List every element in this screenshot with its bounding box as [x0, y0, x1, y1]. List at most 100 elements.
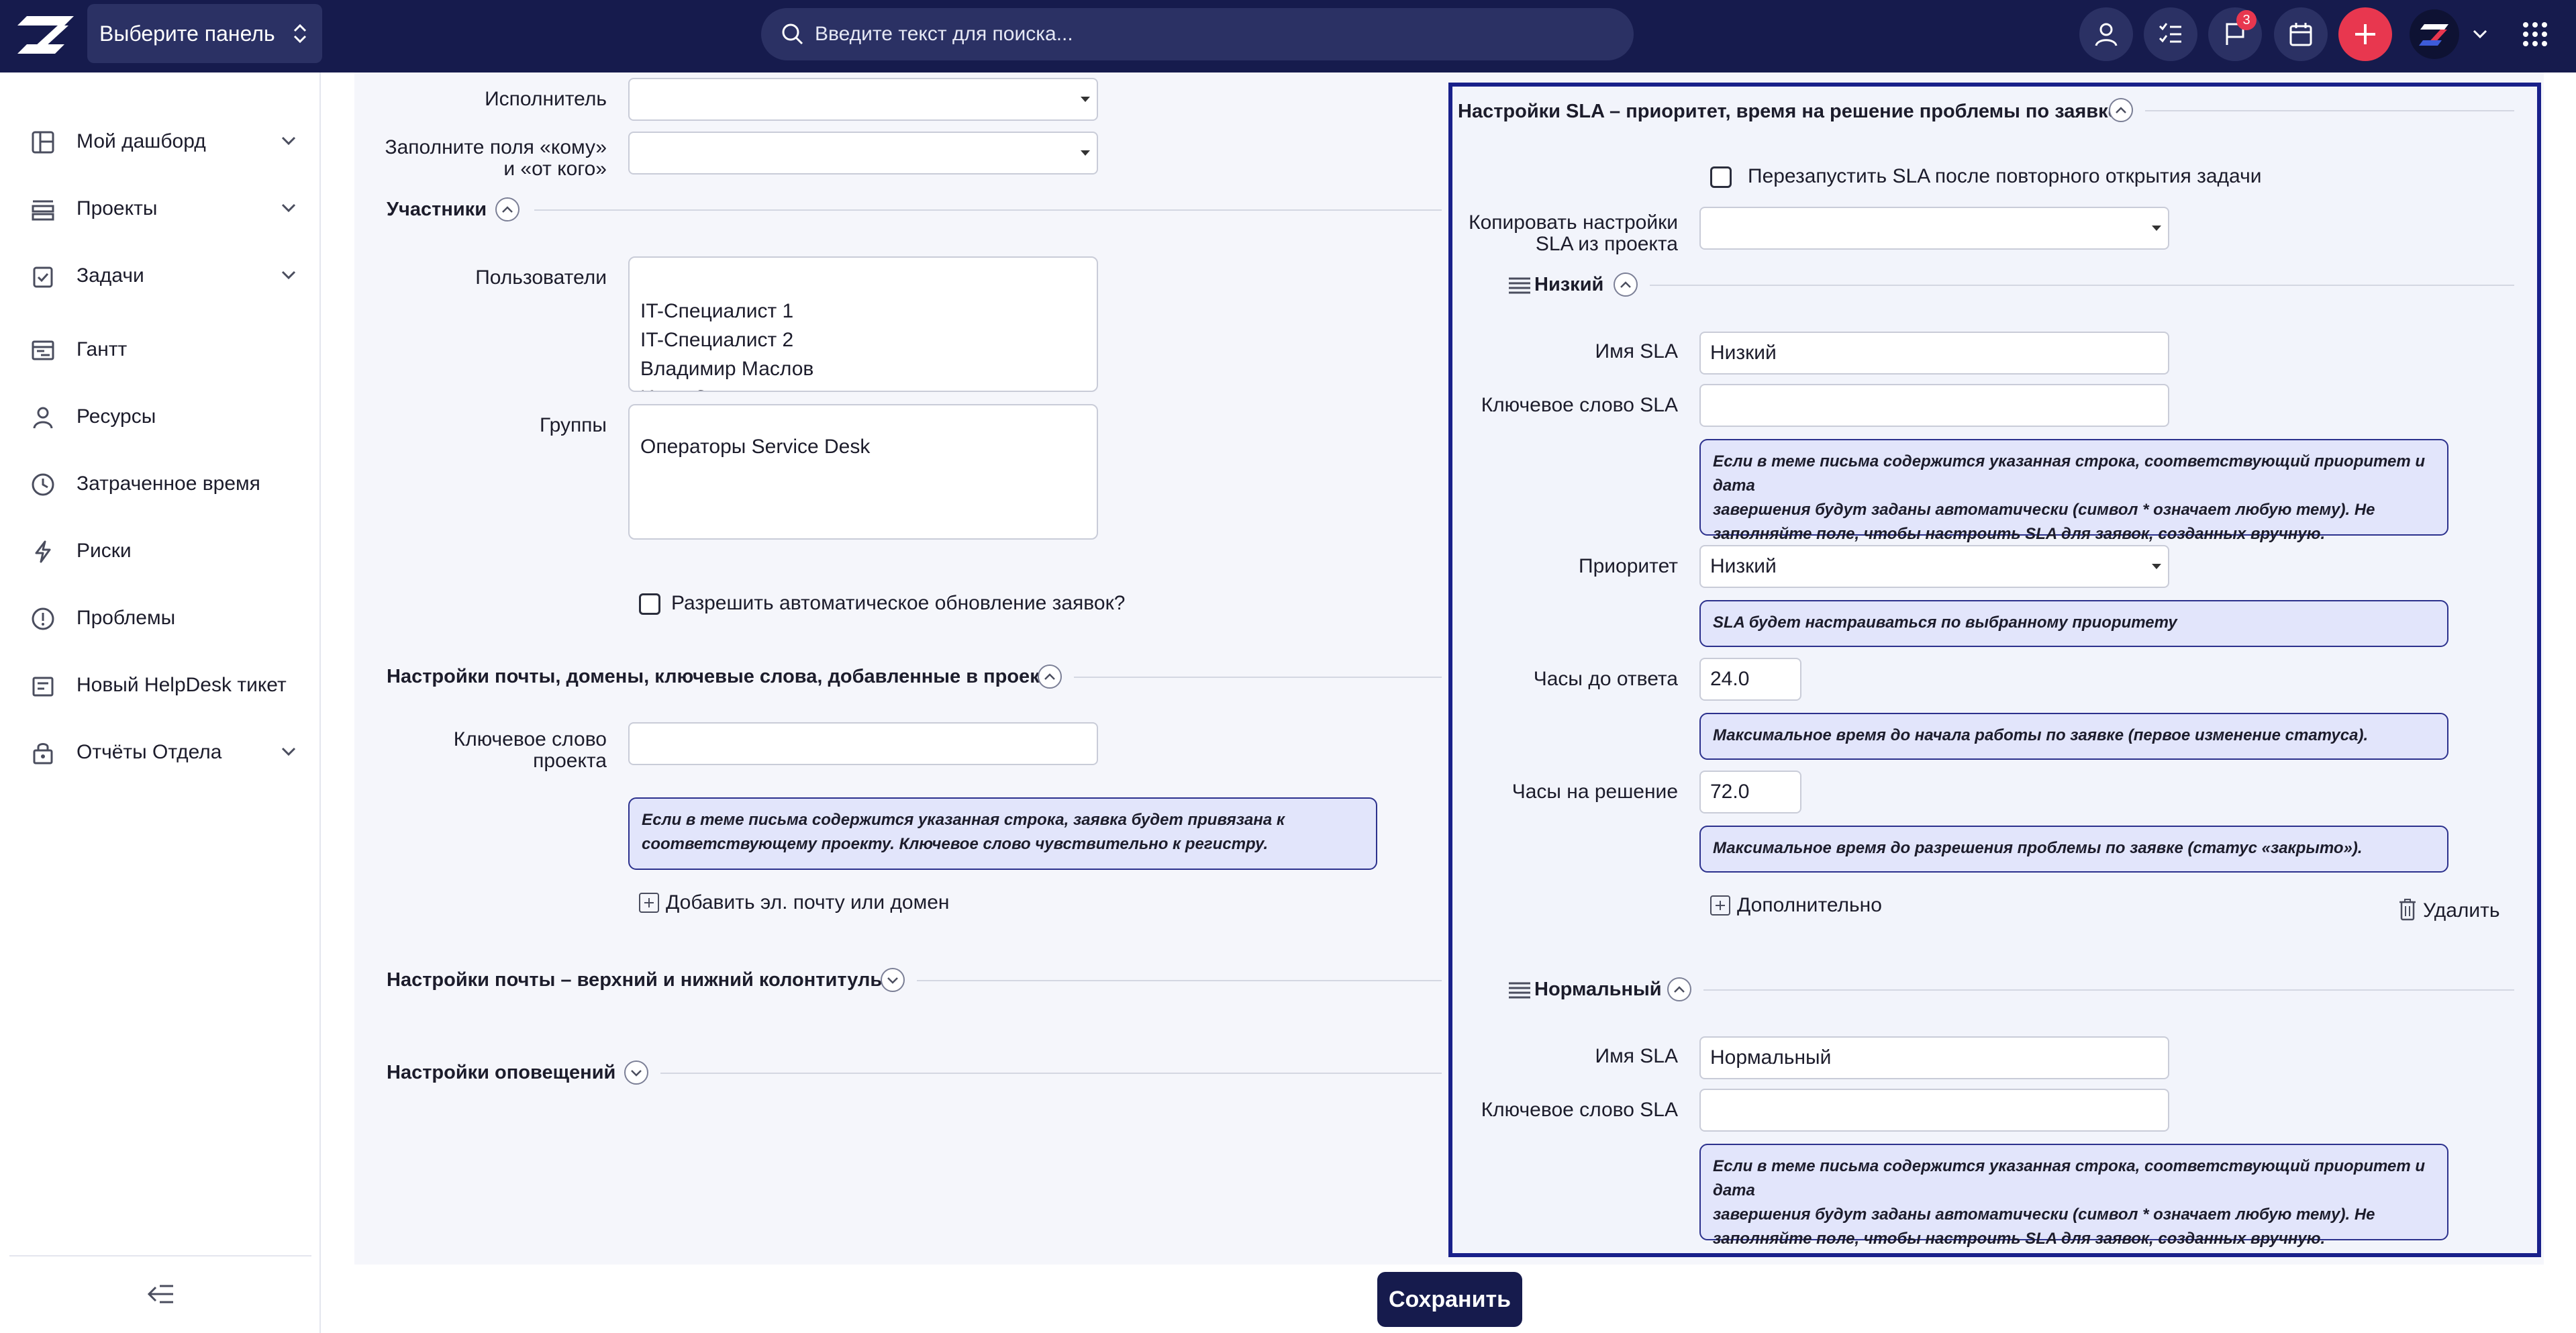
chevron-up-icon: [1044, 673, 1055, 680]
sidebar-item-tasks[interactable]: Задачи: [0, 250, 321, 303]
hint-line: Если в теме письма содержится указанная …: [642, 811, 1285, 829]
collapse-mail-section-button[interactable]: [1038, 664, 1062, 689]
panel-select[interactable]: Выберите панель: [87, 4, 322, 63]
trash-icon[interactable]: [2397, 898, 2418, 921]
project-keyword-label-line2: проекта: [533, 750, 607, 772]
project-keyword-hint: Если в теме письма содержится указанная …: [628, 797, 1377, 870]
list-item[interactable]: IT-Специалист 1: [640, 297, 1086, 326]
tasks-icon: [33, 266, 53, 288]
add-email-domain-link[interactable]: Добавить эл. почту или домен: [666, 891, 949, 914]
sidebar-item-problems[interactable]: Проблемы: [0, 592, 321, 646]
sidebar-item-time-spent[interactable]: Затраченное время: [0, 458, 321, 511]
calendar-icon: [2289, 23, 2312, 46]
expand-header-footer-button[interactable]: [881, 968, 905, 992]
priority-value: Низкий: [1710, 555, 1777, 577]
chevron-down-icon[interactable]: [2471, 27, 2489, 40]
save-button[interactable]: Сохранить: [1377, 1272, 1522, 1327]
sidebar-item-helpdesk-ticket[interactable]: Новый HelpDesk тикет: [0, 659, 321, 713]
assignee-label: Исполнитель: [485, 88, 607, 110]
auto-update-checkbox[interactable]: [639, 593, 660, 615]
logo-icon[interactable]: [17, 13, 74, 56]
sidebar-item-resources[interactable]: Ресурсы: [0, 391, 321, 444]
sidebar-item-projects[interactable]: Проекты: [0, 183, 321, 236]
user-icon: [2095, 23, 2118, 46]
priority-select[interactable]: Низкий: [1699, 545, 2169, 588]
ticket-icon: [32, 677, 54, 697]
dropdown-arrow-icon: [2152, 564, 2161, 569]
collapse-low-block-button[interactable]: [1614, 273, 1638, 297]
add-icon[interactable]: [639, 893, 659, 913]
auto-update-label: Разрешить автоматическое обновление заяв…: [671, 592, 1126, 614]
dropdown-arrow-icon: [1081, 150, 1090, 156]
profile-button[interactable]: [2079, 7, 2133, 61]
response-hours-hint: Максимальное время до начала работы по з…: [1699, 713, 2448, 760]
chevron-down-icon: [887, 977, 898, 984]
sidebar-item-risks[interactable]: Риски: [0, 525, 321, 579]
list-item[interactable]: IT-Специалист 2: [640, 326, 1086, 354]
delete-link[interactable]: Удалить: [2423, 899, 2500, 922]
sidebar-item-dashboard[interactable]: Мой дашборд: [0, 115, 321, 169]
sla-keyword-input[interactable]: [1699, 1089, 2169, 1132]
sla-name-input[interactable]: Низкий: [1699, 332, 2169, 375]
resolve-hours-value: 72.0: [1710, 781, 1750, 803]
avatar[interactable]: [2410, 9, 2459, 59]
collapse-sidebar-icon[interactable]: [144, 1281, 176, 1307]
sidebar-item-gantt[interactable]: Гантт: [0, 324, 321, 377]
hint-line: SLA будет настраиваться по выбранному пр…: [1713, 613, 2177, 632]
resolve-hours-input[interactable]: 72.0: [1699, 771, 1801, 813]
assignee-select[interactable]: [628, 78, 1098, 121]
bolt-icon: [35, 540, 51, 563]
add-icon[interactable]: [1710, 895, 1730, 916]
copy-sla-select[interactable]: [1699, 207, 2169, 250]
list-item[interactable]: Иван Смирнов: [640, 383, 1086, 391]
chevron-down-icon: [631, 1070, 642, 1077]
drag-handle-icon[interactable]: [1507, 275, 1532, 295]
project-keyword-label-line1: Ключевое слово: [453, 728, 607, 750]
list-item[interactable]: Операторы Service Desk: [640, 432, 1086, 461]
expand-notifications-button[interactable]: [624, 1060, 648, 1085]
checklist-button[interactable]: [2144, 7, 2197, 61]
create-button[interactable]: [2338, 7, 2392, 61]
header-footer-section-title: Настройки почты – верхний и нижний колон…: [387, 969, 887, 991]
sidebar-divider: [9, 1255, 311, 1256]
project-keyword-input[interactable]: [628, 722, 1098, 765]
collapse-normal-block-button[interactable]: [1667, 977, 1691, 1001]
section-divider: [1074, 677, 1442, 678]
apps-grid-icon[interactable]: [2521, 20, 2549, 48]
restart-sla-checkbox[interactable]: [1710, 166, 1732, 188]
hint-line: завершения будут заданы автоматически (с…: [1713, 1205, 2375, 1224]
dropdown-arrow-icon: [1081, 97, 1090, 102]
sidebar-item-label: Гантт: [77, 338, 128, 360]
sla-keyword-label: Ключевое слово SLA: [1481, 1099, 1678, 1121]
chevron-up-icon: [1620, 281, 1631, 288]
hint-line: Максимальное время до разрешения проблем…: [1713, 839, 2363, 857]
sla-name-value: Низкий: [1710, 342, 1777, 364]
groups-listbox[interactable]: Операторы Service Desk: [628, 404, 1098, 540]
response-hours-input[interactable]: 24.0: [1699, 658, 1801, 701]
notifications-badge: 3: [2236, 10, 2257, 30]
chevron-down-icon: [281, 203, 296, 213]
hint-line: заполняйте поле, чтобы настроить SLA для…: [1713, 525, 2326, 543]
sidebar-item-label: Ресурсы: [77, 405, 156, 428]
sidebar-item-label: Затраченное время: [77, 473, 260, 495]
sla-name-label: Имя SLA: [1595, 340, 1678, 362]
sidebar-item-label: Новый HelpDesk тикет: [77, 674, 287, 696]
fill-fields-label-line2: и «от кого»: [503, 158, 607, 180]
notifications-button[interactable]: 3: [2208, 7, 2262, 61]
users-listbox[interactable]: IT-Специалист 1 IT-Специалист 2 Владимир…: [628, 256, 1098, 392]
calendar-button[interactable]: [2274, 7, 2328, 61]
sla-keyword-input[interactable]: [1699, 384, 2169, 427]
search-input[interactable]: Введите текст для поиска...: [761, 8, 1634, 60]
additional-link[interactable]: Дополнительно: [1737, 894, 1882, 917]
fill-fields-select[interactable]: [628, 132, 1098, 175]
collapse-participants-button[interactable]: [495, 197, 519, 221]
checklist-icon: [2159, 23, 2181, 43]
search-placeholder: Введите текст для поиска...: [815, 23, 1073, 45]
drag-handle-icon[interactable]: [1507, 980, 1532, 1000]
sla-name-input[interactable]: Нормальный: [1699, 1036, 2169, 1079]
sidebar-item-reports[interactable]: Отчёты Отдела: [0, 726, 321, 780]
chevron-down-icon: [281, 136, 296, 146]
collapse-sla-button[interactable]: [2109, 98, 2133, 122]
sidebar-item-label: Риски: [77, 540, 132, 562]
list-item[interactable]: Владимир Маслов: [640, 354, 1086, 383]
